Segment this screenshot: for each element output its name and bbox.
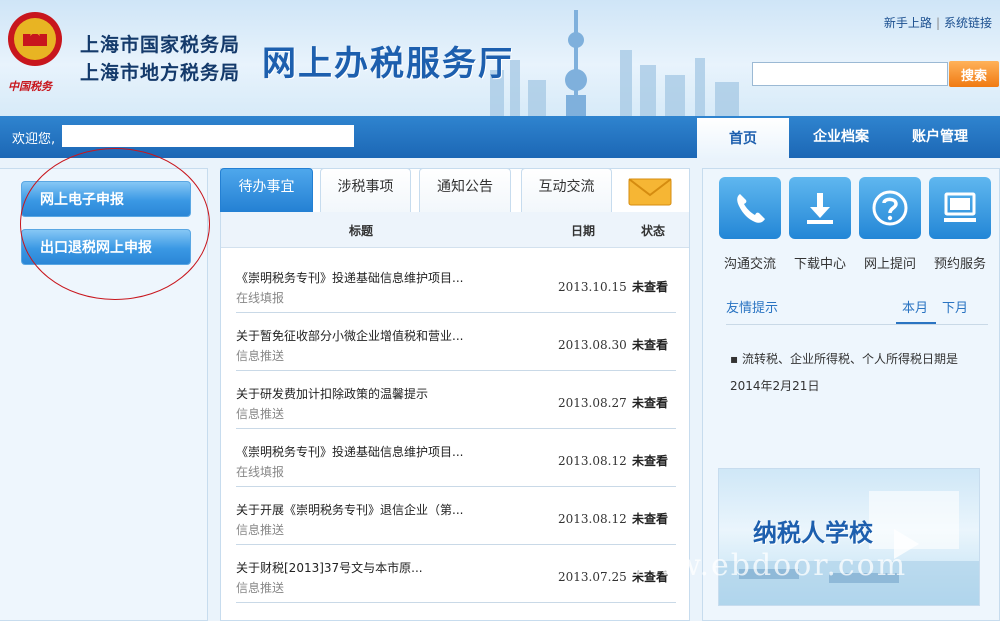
national-emblem-icon <box>8 12 62 66</box>
row-status: 未查看 <box>632 454 669 468</box>
watermark: www.ebdoor.com <box>620 548 908 583</box>
table-row[interactable]: 关于暂免征收部分小微企业增值税和营业... 信息推送 2013.08.30 未查… <box>236 313 676 371</box>
row-category: 信息推送 <box>236 581 285 595</box>
bureau-name-local: 上海市地方税务局 <box>80 62 241 84</box>
appointment-service-tile[interactable] <box>929 177 991 239</box>
bureau-name-national: 上海市国家税务局 <box>80 34 241 56</box>
taxpayer-school-banner[interactable]: 纳税人学校 <box>718 468 980 606</box>
tab-pending-items[interactable]: 待办事宜 <box>220 168 313 212</box>
row-date: 2013.08.12 <box>558 454 627 468</box>
table-row[interactable]: 《崇明税务专刊》投递基础信息维护项目... 在线填报 2013.10.15 未查… <box>236 255 676 313</box>
header: 中国税务 上海市国家税务局 上海市地方税务局 网上办税服务厅 新手上路 | 系统链接 <box>0 0 1000 118</box>
tip-item-text: 流转税、企业所得税、个人所得税日期是2014年2月21日 <box>730 352 958 393</box>
system-links-link[interactable]: 系统链接 <box>944 16 992 30</box>
column-header-status: 状态 <box>641 224 666 238</box>
row-status: 未查看 <box>632 396 669 410</box>
tab-tax-matters[interactable]: 涉税事项 <box>320 168 411 212</box>
column-header-title: 标题 <box>349 224 374 238</box>
beginner-guide-link[interactable]: 新手上路 <box>884 16 932 30</box>
mail-icon[interactable] <box>628 178 672 206</box>
row-status: 未查看 <box>632 512 669 526</box>
communication-tile[interactable] <box>719 177 781 239</box>
row-title[interactable]: 《崇明税务专刊》投递基础信息维护项目... <box>236 443 536 460</box>
column-header-date: 日期 <box>571 224 596 238</box>
question-icon <box>872 190 908 226</box>
phone-icon <box>737 194 765 223</box>
search-input[interactable] <box>752 62 948 86</box>
communication-label[interactable]: 沟通交流 <box>714 253 786 272</box>
taxpayer-school-title: 纳税人学校 <box>753 519 873 547</box>
row-date: 2013.10.15 <box>558 280 627 294</box>
bullet: ▪ <box>730 352 742 366</box>
tips-title: 友情提示 <box>726 301 779 316</box>
row-date: 2013.08.12 <box>558 512 627 526</box>
download-center-tile[interactable] <box>789 177 851 239</box>
row-date: 2013.08.27 <box>558 396 627 410</box>
tip-item: ▪ 流转税、企业所得税、个人所得税日期是2014年2月21日 <box>730 346 980 400</box>
row-date: 2013.08.30 <box>558 338 627 352</box>
row-title[interactable]: 关于研发费加计扣除政策的温馨提示 <box>236 385 536 402</box>
nav-bar: 欢迎您, 首页 企业档案 账户管理 <box>0 116 1000 158</box>
table-header: 标题 日期 状态 <box>221 212 689 248</box>
skyline-image <box>490 10 739 118</box>
nav-tab-account-management[interactable]: 账户管理 <box>890 116 990 158</box>
row-category: 在线填报 <box>236 465 285 479</box>
welcome-text: 欢迎您, <box>12 132 56 147</box>
online-question-label[interactable]: 网上提问 <box>854 253 926 272</box>
row-title[interactable]: 关于财税[2013]37号文与本市原... <box>236 559 536 576</box>
row-title[interactable]: 关于暂免征收部分小微企业增值税和营业... <box>236 327 536 344</box>
table-row[interactable]: 关于财税[2013]37号文与本市原... 信息推送 2013.07.25 未查… <box>236 545 676 603</box>
download-center-label[interactable]: 下载中心 <box>784 253 856 272</box>
row-status: 未查看 <box>632 280 669 294</box>
online-question-tile[interactable] <box>859 177 921 239</box>
link-separator: | <box>935 16 940 30</box>
download-icon <box>807 193 833 224</box>
page-title: 网上办税服务厅 <box>262 44 514 84</box>
row-date: 2013.07.25 <box>558 570 627 584</box>
redacted-username <box>62 125 354 147</box>
row-category: 信息推送 <box>236 407 285 421</box>
annotation-circle <box>20 148 210 300</box>
row-title[interactable]: 《崇明税务专刊》投递基础信息维护项目... <box>236 269 536 286</box>
row-title[interactable]: 关于开展《崇明税务专刊》退信企业（第... <box>236 501 536 518</box>
tips-tab-this-month[interactable]: 本月 <box>902 297 928 316</box>
table-row[interactable]: 关于开展《崇明税务专刊》退信企业（第... 信息推送 2013.08.12 未查… <box>236 487 676 545</box>
active-tab-indicator <box>896 322 936 324</box>
nav-tab-company-profile[interactable]: 企业档案 <box>796 116 886 158</box>
appointment-service-label[interactable]: 预约服务 <box>924 253 996 272</box>
table-row[interactable]: 关于研发费加计扣除政策的温馨提示 信息推送 2013.08.27 未查看 <box>236 371 676 429</box>
nav-tab-home[interactable]: 首页 <box>697 116 789 158</box>
row-category: 信息推送 <box>236 523 285 537</box>
row-category: 信息推送 <box>236 349 285 363</box>
row-category: 在线填报 <box>236 291 285 305</box>
row-status: 未查看 <box>632 338 669 352</box>
divider <box>726 324 988 325</box>
tab-interaction[interactable]: 互动交流 <box>521 168 612 212</box>
top-links: 新手上路 | 系统链接 <box>884 14 992 31</box>
tips-tab-next-month[interactable]: 下月 <box>942 297 968 316</box>
search-button[interactable]: 搜索 <box>949 61 999 87</box>
table-row[interactable]: 《崇明税务专刊》投递基础信息维护项目... 在线填报 2013.08.12 未查… <box>236 429 676 487</box>
computer-icon <box>944 192 976 222</box>
emblem-caption: 中国税务 <box>8 80 52 93</box>
tab-announcements[interactable]: 通知公告 <box>419 168 511 212</box>
